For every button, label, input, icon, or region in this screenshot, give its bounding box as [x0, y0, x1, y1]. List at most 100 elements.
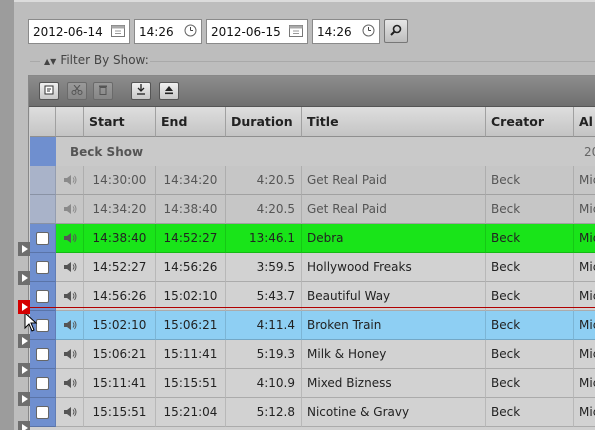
album-cell: Mic — [574, 253, 595, 282]
duration-cell: 4:10.9 — [226, 369, 302, 398]
title-cell: Broken Train — [302, 311, 486, 340]
cue-marker[interactable] — [18, 421, 30, 430]
delete-button[interactable] — [93, 82, 113, 100]
divider — [30, 61, 40, 62]
duration-cell: 4:20.5 — [226, 166, 302, 195]
playlist-row[interactable]: 15:15:51 15:21:04 5:12.8 Nicotine & Gravy Be… — [30, 398, 595, 427]
row-checkbox[interactable] — [36, 376, 49, 390]
live-cue-marker[interactable] — [18, 300, 30, 314]
start-time-cell: 15:11:41 — [84, 369, 156, 398]
end-time-value: 14:26 — [317, 24, 352, 39]
header-select-all[interactable] — [30, 107, 56, 137]
preview-cell[interactable] — [56, 311, 84, 340]
start-date-field[interactable]: 2012-06-14 — [28, 19, 130, 44]
preview-cell[interactable] — [56, 166, 84, 195]
header-end[interactable]: End — [156, 107, 226, 137]
calendar-icon[interactable] — [289, 24, 303, 40]
end-date-field[interactable]: 2012-06-15 — [206, 19, 308, 44]
album-cell: Mic — [574, 195, 595, 224]
creator-cell: Beck — [486, 340, 574, 369]
playlist-row[interactable]: 15:02:10 15:06:21 4:11.4 Broken Train Beck Mi… — [30, 311, 595, 340]
title-cell: Milk & Honey — [302, 340, 486, 369]
row-select-cell[interactable] — [30, 224, 56, 253]
cue-marker[interactable] — [18, 363, 30, 377]
preview-cell[interactable] — [56, 340, 84, 369]
duration-cell: 4:20.5 — [226, 195, 302, 224]
eject-button[interactable] — [159, 82, 179, 100]
row-select-cell[interactable] — [30, 398, 56, 427]
start-time-field[interactable]: 14:26 — [134, 19, 202, 44]
cue-marker[interactable] — [18, 271, 30, 285]
creator-cell: Beck — [486, 195, 574, 224]
end-time-cell: 15:06:21 — [156, 311, 226, 340]
header-album[interactable]: Al — [574, 107, 595, 137]
row-select-cell[interactable] — [30, 369, 56, 398]
creator-cell: Beck — [486, 224, 574, 253]
album-cell: Mic — [574, 224, 595, 253]
clock-icon[interactable] — [362, 24, 375, 40]
playlist-row[interactable]: 15:11:41 15:15:51 4:10.9 Mixed Bizness Beck M… — [30, 369, 595, 398]
duration-cell: 13:46.1 — [226, 224, 302, 253]
start-time-cell: 15:02:10 — [84, 311, 156, 340]
end-time-cell: 14:56:26 — [156, 253, 226, 282]
end-date-value: 2012-06-15 — [211, 24, 281, 39]
title-cell: Get Real Paid — [302, 195, 486, 224]
download-button[interactable] — [131, 82, 151, 100]
row-select-cell[interactable] — [30, 340, 56, 369]
speaker-icon[interactable] — [63, 232, 77, 244]
filter-by-show-toggle[interactable]: ▲▼ Filter By Show: — [44, 53, 149, 67]
playlist-row[interactable]: 14:52:27 14:56:26 3:59.5 Hollywood Freaks Be… — [30, 253, 595, 282]
preview-cell[interactable] — [56, 253, 84, 282]
preview-cell[interactable] — [56, 195, 84, 224]
speaker-icon[interactable] — [63, 348, 77, 360]
duration-cell: 5:12.8 — [226, 398, 302, 427]
end-time-field[interactable]: 14:26 — [312, 19, 380, 44]
end-time-cell: 14:52:27 — [156, 224, 226, 253]
end-time-cell: 14:38:40 — [156, 195, 226, 224]
speaker-icon[interactable] — [63, 290, 77, 302]
header-creator[interactable]: Creator — [486, 107, 574, 137]
date-range-filter: 2012-06-14 14:26 2012-06-15 14:26 — [28, 19, 408, 44]
row-checkbox[interactable] — [36, 231, 49, 245]
speaker-icon[interactable] — [63, 174, 77, 186]
edit-button[interactable] — [39, 82, 59, 100]
speaker-icon[interactable] — [63, 377, 77, 389]
cue-marker[interactable] — [18, 392, 30, 406]
left-pane-edge — [0, 0, 14, 430]
calendar-icon[interactable] — [111, 24, 125, 40]
cue-marker[interactable] — [18, 242, 30, 256]
speaker-icon[interactable] — [63, 261, 77, 273]
show-group-date: 20 — [584, 144, 595, 159]
edit-icon — [44, 84, 54, 98]
playlist-row[interactable]: 14:38:4014:52:2713:46.1DebraBeckMic — [30, 224, 595, 253]
row-select-cell[interactable] — [30, 253, 56, 282]
end-time-cell: 15:11:41 — [156, 340, 226, 369]
now-playing-line — [28, 307, 595, 308]
row-checkbox[interactable] — [36, 405, 49, 419]
header-duration[interactable]: Duration — [226, 107, 302, 137]
start-time-value: 14:26 — [139, 24, 174, 39]
preview-cell[interactable] — [56, 224, 84, 253]
header-title[interactable]: Title — [302, 107, 486, 137]
cut-icon — [71, 84, 83, 98]
clock-icon[interactable] — [184, 24, 197, 40]
header-start[interactable]: Start — [84, 107, 156, 137]
cut-button[interactable] — [67, 82, 87, 100]
search-icon — [390, 24, 402, 39]
row-checkbox[interactable] — [36, 260, 49, 274]
row-checkbox[interactable] — [36, 347, 49, 361]
cue-marker[interactable] — [18, 334, 30, 348]
playlist-row[interactable]: 15:06:21 15:11:41 5:19.3 Milk & Honey Beck Mi… — [30, 340, 595, 369]
playlist-row[interactable]: 14:30:00 14:34:20 4:20.5 Get Real Paid Beck M… — [30, 166, 595, 195]
search-button[interactable] — [384, 19, 408, 43]
creator-cell: Beck — [486, 369, 574, 398]
playlist-row[interactable]: 14:34:20 14:38:40 4:20.5 Get Real Paid Beck M… — [30, 195, 595, 224]
speaker-icon[interactable] — [63, 319, 77, 331]
speaker-icon[interactable] — [63, 203, 77, 215]
preview-cell[interactable] — [56, 398, 84, 427]
start-time-cell: 14:30:00 — [84, 166, 156, 195]
preview-cell[interactable] — [56, 369, 84, 398]
creator-cell: Beck — [486, 311, 574, 340]
row-checkbox[interactable] — [36, 289, 49, 303]
speaker-icon[interactable] — [63, 406, 77, 418]
